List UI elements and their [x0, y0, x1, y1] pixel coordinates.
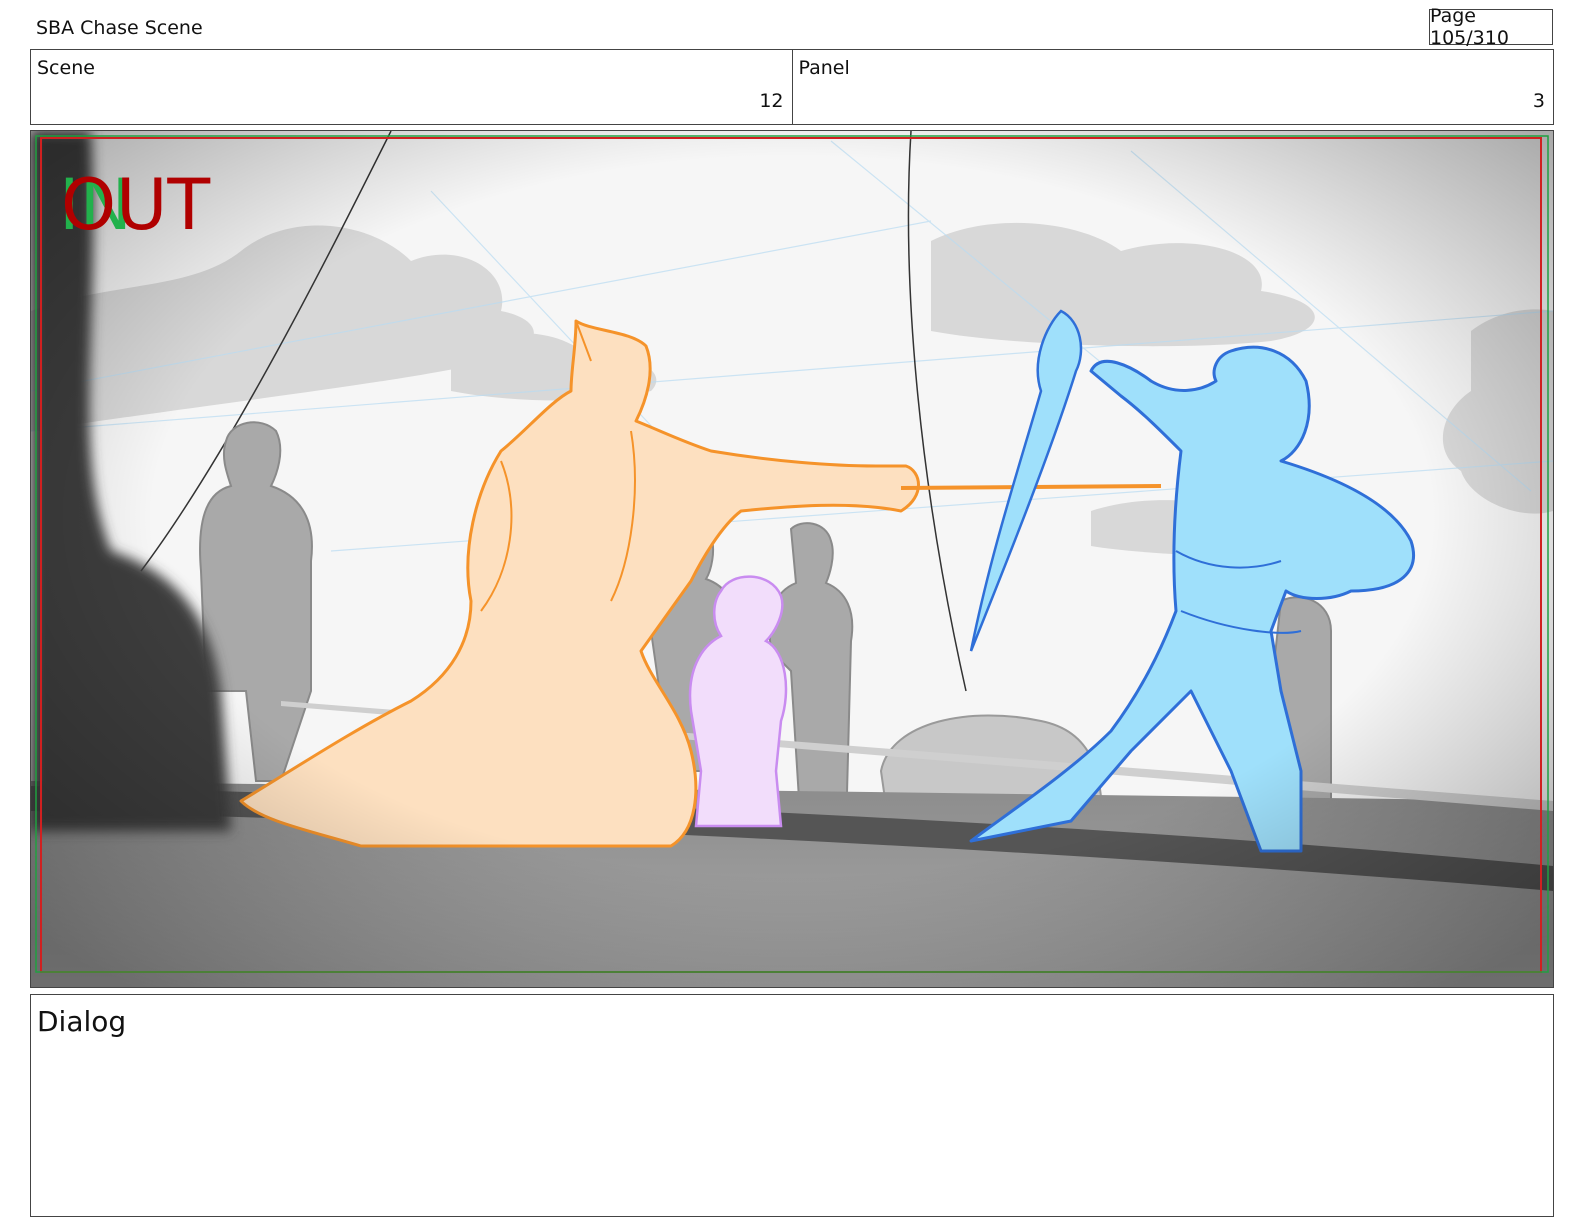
storyboard-panel: IN OUT: [30, 130, 1554, 988]
scene-cell: Scene 12: [31, 50, 792, 124]
out-marker: OUT: [61, 164, 210, 246]
dialog-box[interactable]: Dialog: [30, 994, 1554, 1217]
panel-cell: Panel 3: [791, 50, 1554, 124]
page-number: Page 105/310: [1429, 5, 1553, 49]
vignette: [31, 131, 1553, 987]
scene-number: 12: [759, 90, 784, 112]
panel-label: Panel: [798, 57, 850, 79]
dialog-label: Dialog: [37, 1005, 127, 1038]
scene-panel-info: Scene 12 Panel 3: [30, 49, 1554, 125]
scene-label: Scene: [37, 57, 95, 79]
document-title: SBA Chase Scene: [36, 17, 203, 39]
panel-drawing: IN OUT: [31, 131, 1553, 987]
panel-number: 3: [1532, 90, 1545, 112]
